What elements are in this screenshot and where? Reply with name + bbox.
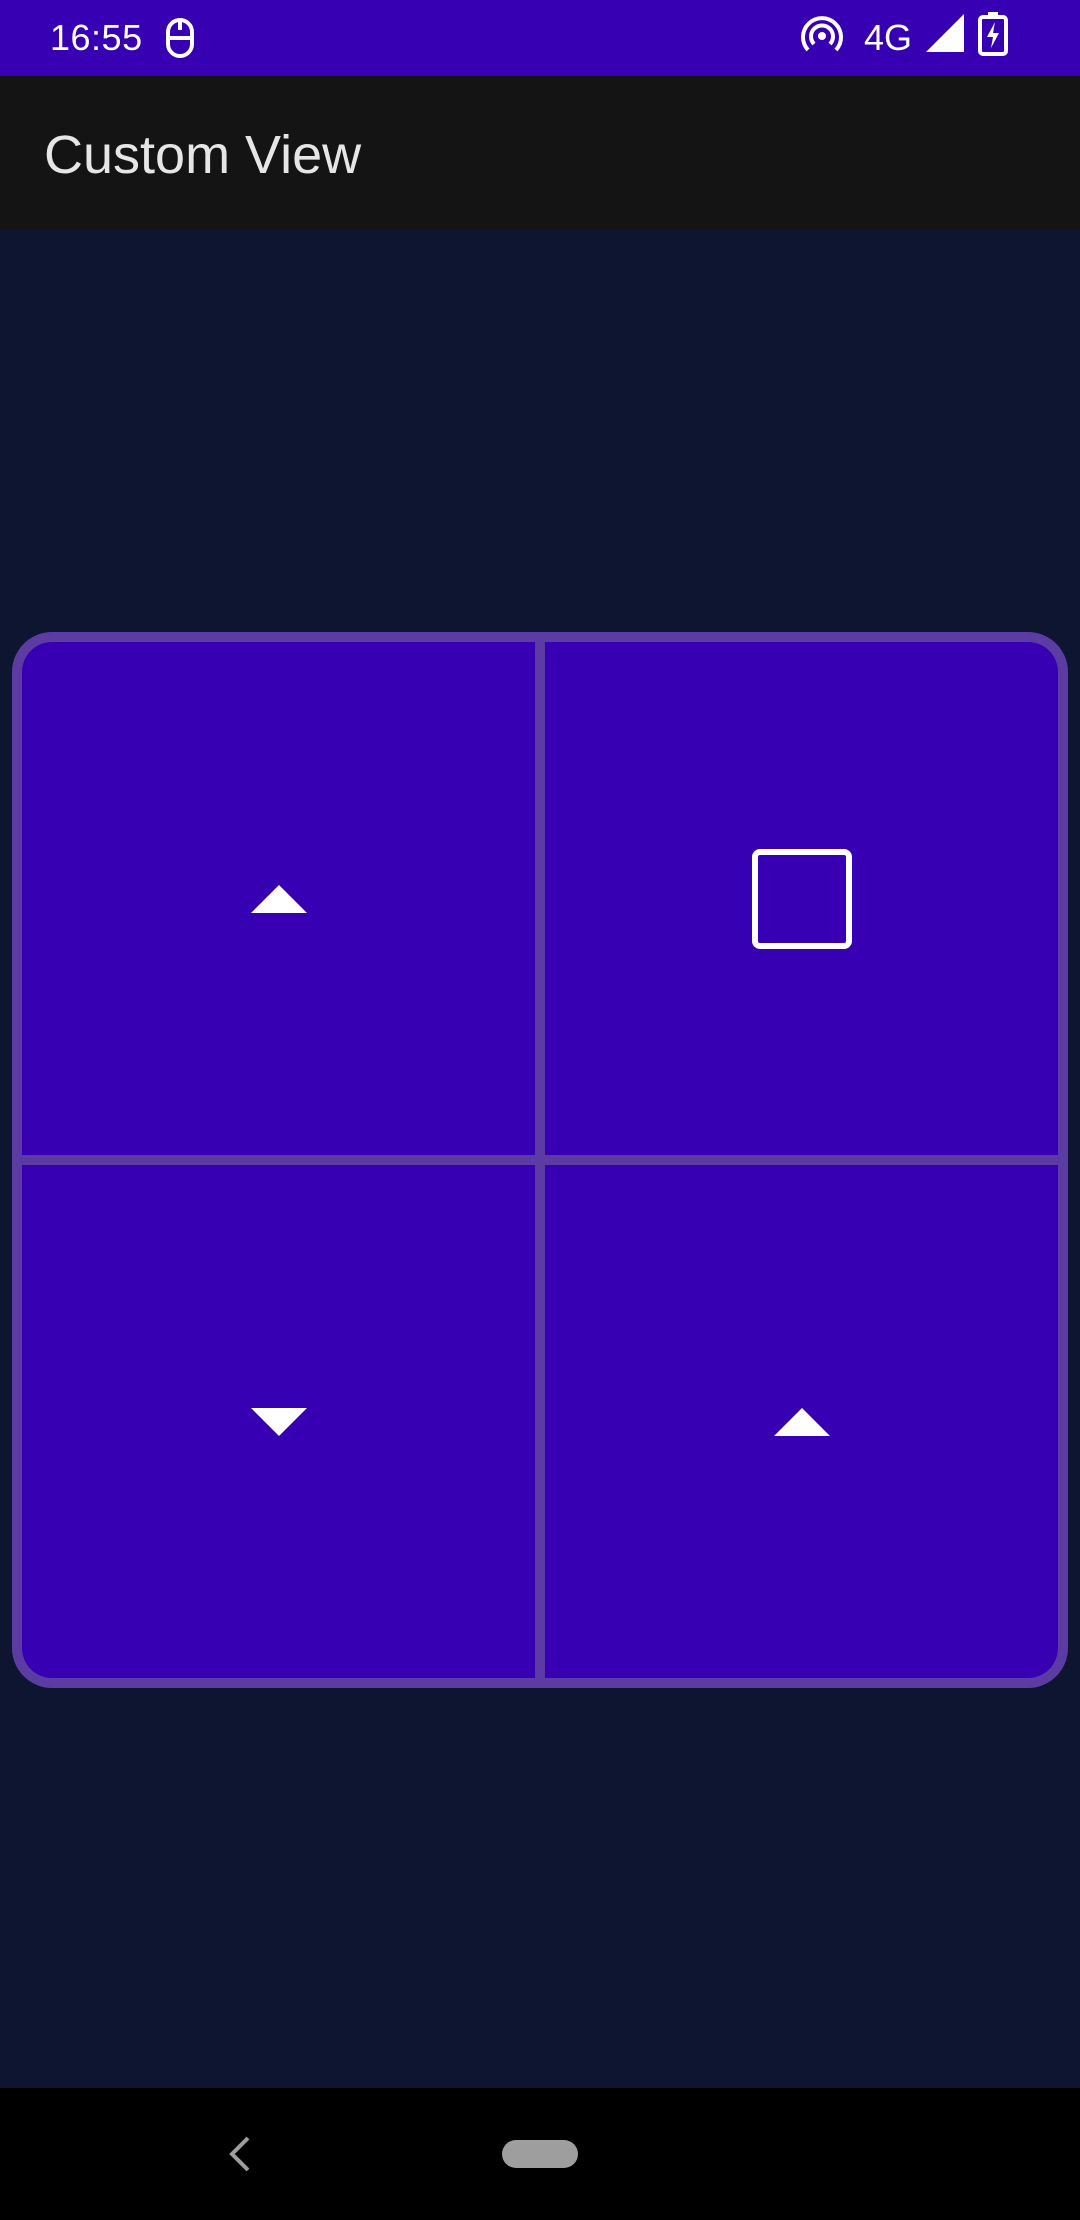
content-area [0, 230, 1080, 2088]
triangle-down-icon [250, 1407, 307, 1436]
home-pill-icon[interactable] [502, 2140, 578, 2168]
up-button-left[interactable] [22, 642, 535, 1155]
network-type: 4G [864, 17, 913, 58]
signal-icon [926, 14, 964, 52]
up-button-right[interactable] [545, 1165, 1058, 1678]
back-chevron-icon[interactable] [222, 2130, 258, 2178]
stop-button[interactable] [545, 642, 1058, 1155]
status-bar: 16:55 4G [0, 0, 1080, 76]
triangle-up-icon [250, 884, 307, 913]
square-icon [751, 848, 852, 949]
media-icon [166, 18, 194, 58]
status-time: 16:55 [50, 17, 143, 58]
control-pad [12, 632, 1068, 1688]
battery-charging-icon [978, 12, 1008, 56]
navigation-bar [0, 2088, 1080, 2220]
app-bar: Custom View [0, 76, 1080, 230]
hotspot-icon [801, 16, 843, 52]
app-title: Custom View [44, 125, 362, 185]
down-button[interactable] [22, 1165, 535, 1678]
triangle-up-icon [773, 1407, 830, 1436]
